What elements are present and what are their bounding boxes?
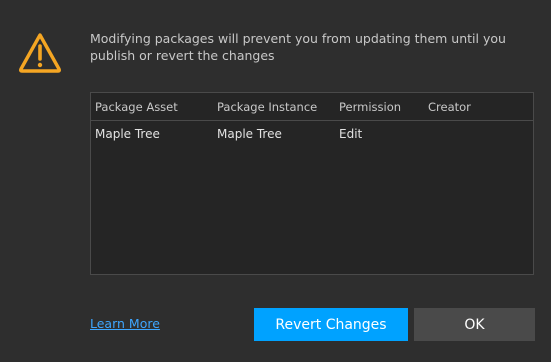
- table-row[interactable]: Maple Tree Maple Tree Edit: [91, 121, 533, 147]
- revert-changes-button[interactable]: Revert Changes: [254, 308, 408, 341]
- column-header-permission[interactable]: Permission: [339, 100, 401, 114]
- modified-packages-dialog: Modifying packages will prevent you from…: [0, 0, 551, 362]
- cell-permission: Edit: [339, 127, 363, 141]
- column-header-creator[interactable]: Creator: [428, 100, 471, 114]
- table-header: Package Asset Package Instance Permissio…: [91, 93, 533, 121]
- cell-package-instance: Maple Tree: [217, 127, 282, 141]
- column-header-package-instance[interactable]: Package Instance: [217, 100, 317, 114]
- packages-table: Package Asset Package Instance Permissio…: [90, 92, 534, 275]
- cell-package-asset: Maple Tree: [95, 127, 160, 141]
- warning-icon: [18, 33, 62, 73]
- learn-more-link[interactable]: Learn More: [90, 316, 160, 331]
- ok-button[interactable]: OK: [414, 308, 535, 341]
- warning-message: Modifying packages will prevent you from…: [90, 31, 506, 63]
- column-header-package-asset[interactable]: Package Asset: [95, 100, 178, 114]
